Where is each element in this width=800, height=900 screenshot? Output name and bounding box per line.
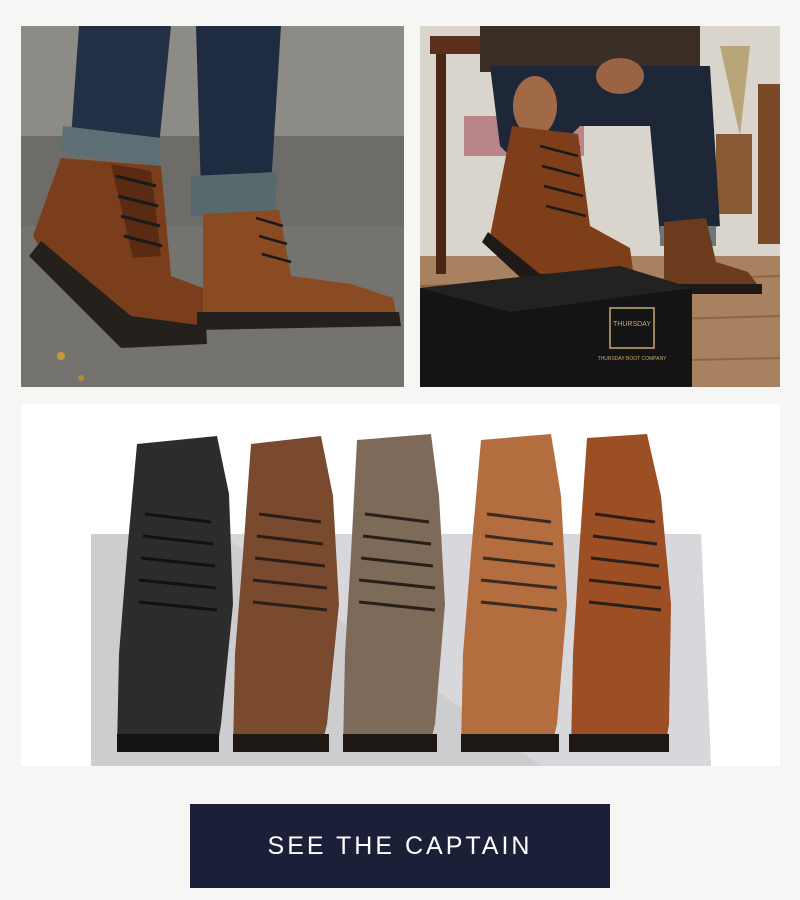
- box-logo-brand: THURSDAY: [613, 321, 651, 328]
- boot-black: [117, 436, 233, 752]
- boot-brown: [233, 436, 339, 752]
- boots-on-steps-illustration: [21, 26, 404, 387]
- five-boots-lineup-illustration: [21, 404, 780, 766]
- five-boots-lineup-image: [21, 404, 780, 766]
- see-the-captain-button[interactable]: SEE THE CAPTAIN: [190, 804, 610, 888]
- boot-tan: [343, 434, 445, 752]
- boots-on-steps-image: [21, 26, 404, 387]
- boot-over-box-image: THURSDAY THURSDAY BOOT COMPANY: [420, 26, 780, 387]
- boot-rich-brown: [569, 434, 671, 752]
- box-logo-tagline: THURSDAY BOOT COMPANY: [598, 356, 667, 362]
- boot-over-box-illustration: THURSDAY THURSDAY BOOT COMPANY: [420, 26, 780, 387]
